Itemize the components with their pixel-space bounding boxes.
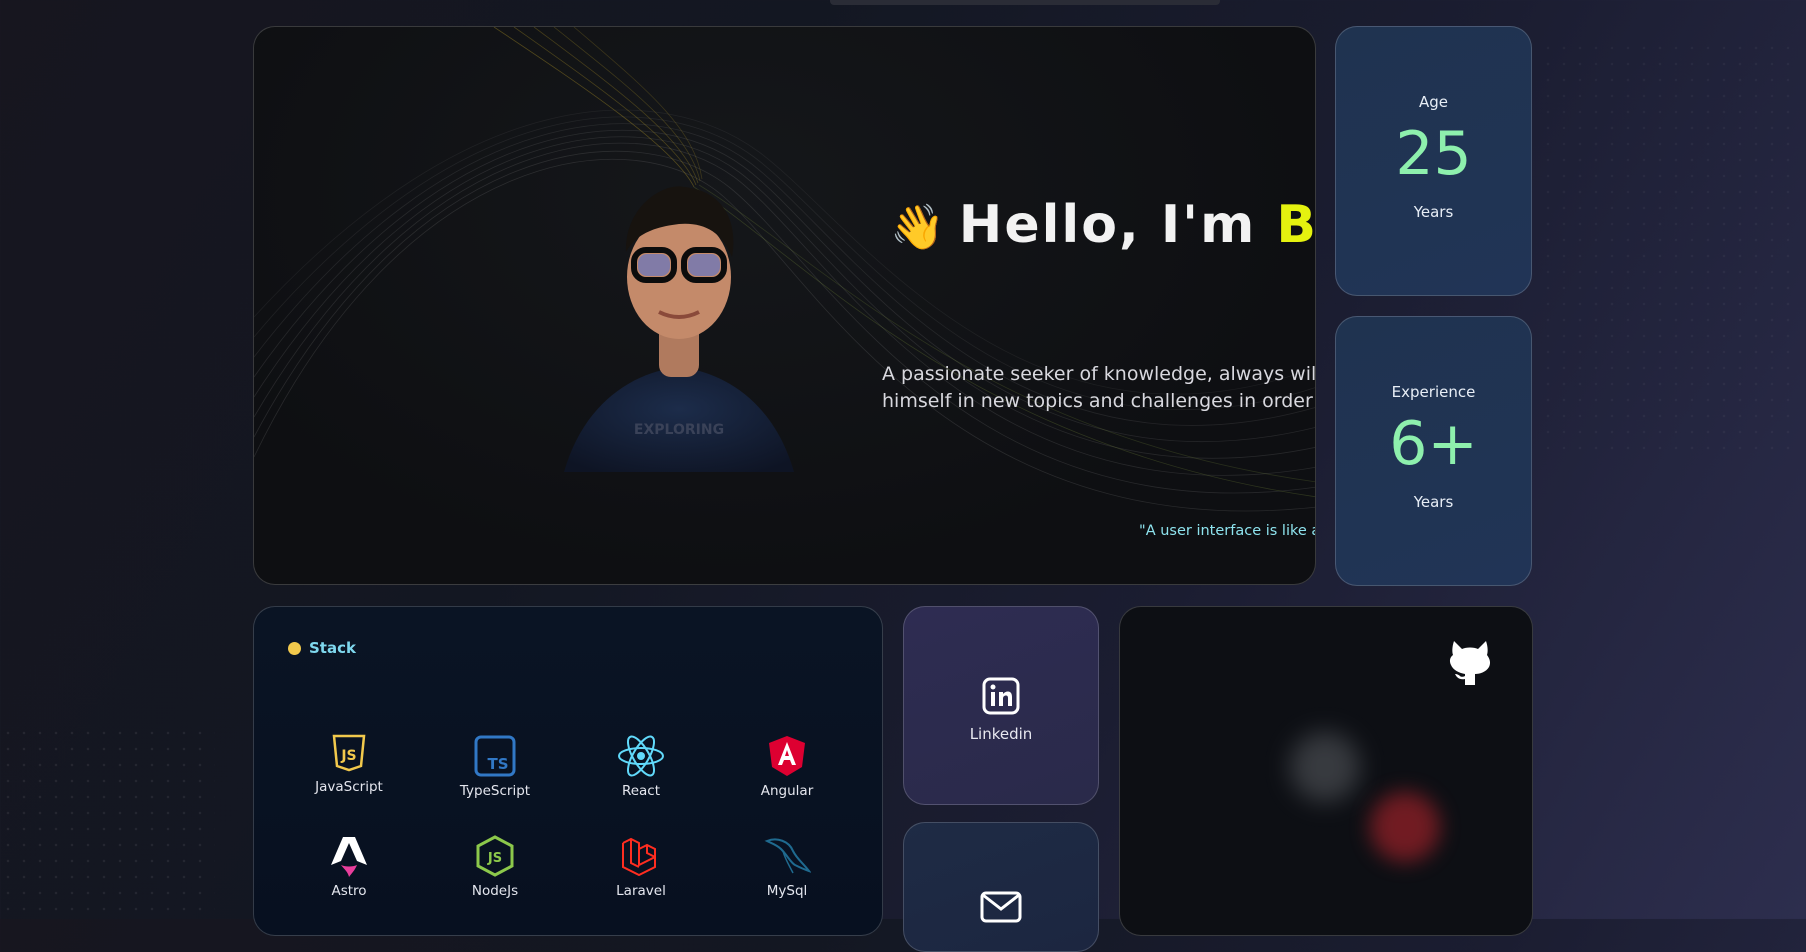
blur-decoration (1290, 732, 1360, 802)
laravel-icon (622, 837, 656, 877)
greeting-text: Hello, I'm (958, 195, 1257, 255)
stack-heading: Stack (288, 639, 356, 657)
tech-label: React (621, 783, 661, 799)
portrait-image: EXPLORING (564, 186, 794, 472)
top-bar-tab (830, 0, 1220, 5)
dot-pattern-decoration (0, 725, 215, 919)
angular-icon (769, 736, 805, 776)
tech-item-nodejs[interactable]: JS NodeJs (440, 835, 550, 899)
linkedin-card[interactable]: Linkedin (903, 606, 1099, 805)
svg-text:JS: JS (340, 748, 356, 764)
experience-unit: Years (1413, 493, 1454, 511)
tech-item-angular[interactable]: Angular (732, 735, 842, 799)
age-unit: Years (1413, 203, 1454, 221)
dot-pattern-decoration (1540, 40, 1800, 460)
shirt-text: EXPLORING (634, 422, 724, 438)
bio-text: A passionate seeker of knowledge, always… (882, 363, 1316, 412)
tech-label: Astro (331, 883, 367, 899)
tech-label: MySql (766, 883, 808, 899)
experience-card: Experience 6+ Years (1335, 316, 1532, 586)
react-icon (618, 735, 664, 777)
age-label: Age (1418, 93, 1448, 111)
linkedin-label: Linkedin (969, 725, 1033, 743)
github-icon (1449, 641, 1491, 685)
svg-text:TS: TS (487, 755, 508, 773)
github-card[interactable] (1119, 606, 1533, 936)
name-text: Brandol_ (1276, 195, 1316, 255)
mail-card[interactable] (903, 822, 1099, 952)
nodejs-icon: JS (476, 835, 514, 877)
tech-item-mysql[interactable]: MySql (732, 835, 842, 899)
experience-label: Experience (1391, 383, 1476, 401)
experience-value: 6+ (1389, 409, 1478, 479)
waving-hand-icon: 👋 (890, 202, 947, 253)
age-card: Age 25 Years (1335, 26, 1532, 296)
hero-card: EXPLORING 👋Hello, I'm Brandol_ A passion… (253, 26, 1316, 585)
mail-icon (980, 891, 1022, 923)
tech-item-react[interactable]: React (586, 735, 696, 799)
astro-icon (331, 837, 367, 877)
typescript-icon: TS (474, 735, 516, 777)
stack-card: Stack JS JavaScript TS TypeScript React (253, 606, 883, 936)
linkedin-icon (982, 677, 1020, 715)
tech-item-laravel[interactable]: Laravel (586, 835, 696, 899)
tech-label: Angular (760, 783, 814, 799)
tech-label: JavaScript (315, 779, 383, 795)
quote-text: "A user interface is like a joke. If you… (1139, 523, 1315, 539)
age-value: 25 (1395, 119, 1472, 189)
tech-label: Laravel (616, 883, 666, 899)
javascript-icon: JS (332, 734, 366, 772)
tech-label: TypeScript (459, 783, 531, 799)
status-dot-icon (288, 641, 301, 655)
tech-item-typescript[interactable]: TS TypeScript (440, 735, 550, 799)
blur-decoration (1370, 792, 1440, 862)
tech-item-astro[interactable]: Astro (294, 835, 404, 899)
greeting-heading: 👋Hello, I'm Brandol_ (890, 195, 1316, 255)
stack-title: Stack (309, 639, 356, 657)
tech-label: NodeJs (471, 883, 519, 899)
svg-text:JS: JS (487, 851, 502, 866)
tech-item-javascript[interactable]: JS JavaScript (294, 733, 404, 795)
mysql-icon (764, 838, 811, 874)
